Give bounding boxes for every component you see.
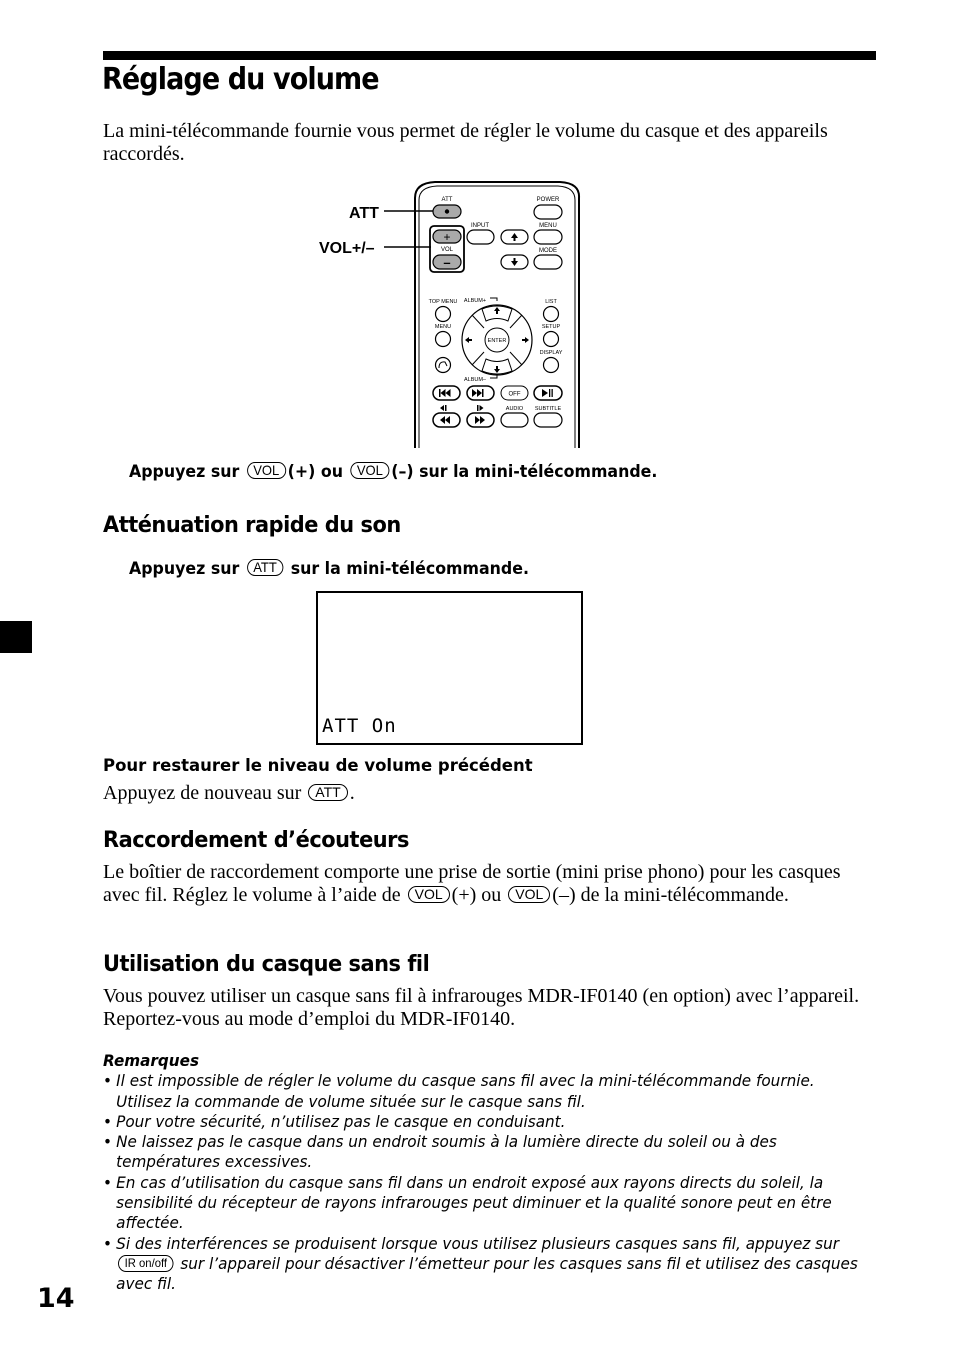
vol-callout-label: VOL+/– [319, 240, 375, 257]
notes-list: Il est impossible de régler le volume du… [103, 1071, 874, 1294]
album-plus-label: ALBUM+ [464, 298, 486, 304]
section-heading-headphones: Raccordement d’écouteurs [103, 828, 409, 853]
att-key: ATT [308, 784, 348, 801]
note-item: Pour votre sécurité, n’utilisez pas le c… [103, 1112, 874, 1133]
restore-heading: Pour restaurer le niveau de volume précé… [103, 756, 533, 776]
section-heading-att: Atténuation rapide du son [103, 513, 401, 538]
ir-on-off-key: IR on/off [118, 1254, 174, 1272]
step-forward-icon [477, 405, 484, 411]
input-button[interactable] [466, 229, 495, 245]
audio-button[interactable] [500, 412, 529, 428]
list-label: LIST [545, 299, 557, 305]
menu-top-label: MENU [539, 223, 557, 229]
power-label: POWER [537, 197, 560, 203]
top-rule [103, 51, 876, 60]
subtitle-label: SUBTITLE [535, 406, 562, 412]
page-number: 14 [37, 1283, 75, 1314]
subtitle-button[interactable] [533, 412, 563, 428]
minus-icon: – [443, 255, 450, 270]
note-item: Ne laissez pas le casque dans un endroit… [103, 1132, 874, 1173]
display-text: ATT On [322, 715, 397, 737]
vol-key: VOL [407, 885, 450, 903]
display-screen: ATT On [316, 591, 583, 745]
att-instruction: Appuyez sur ATT sur la mini-télécommande… [129, 559, 529, 579]
mode-label: MODE [539, 248, 557, 254]
menu-top-button[interactable] [533, 229, 563, 245]
note-item: Il est impossible de régler le volume du… [103, 1071, 874, 1112]
att-dot-icon [444, 209, 450, 214]
notes-heading: Remarques [103, 1051, 200, 1070]
page-title: Réglage du volume [102, 62, 380, 97]
menu-label: MENU [435, 324, 451, 330]
att-label: ATT [442, 197, 453, 203]
chapter-tab-marker [0, 621, 32, 653]
mode-button[interactable] [533, 254, 563, 270]
menu-button[interactable] [434, 330, 452, 348]
note-item: Si des interférences se produisent lorsq… [103, 1234, 874, 1295]
display-button[interactable] [542, 356, 560, 374]
plus-icon: + [443, 230, 450, 244]
audio-label: AUDIO [506, 406, 524, 412]
return-button[interactable] [434, 356, 452, 374]
step-back-icon [440, 405, 447, 411]
setup-label: SETUP [542, 324, 561, 330]
display-label: DISPLAY [540, 350, 563, 356]
setup-button[interactable] [542, 330, 560, 348]
vol-key: VOL [508, 885, 551, 903]
list-button[interactable] [542, 305, 560, 323]
vol-label: VOL [441, 247, 454, 253]
input-label: INPUT [471, 223, 489, 229]
remote-illustration: ATT VOL+/– ATT POWER + VOL – INPUT MENU … [319, 181, 581, 448]
att-key: ATT [246, 559, 284, 576]
vol-key: VOL [246, 462, 286, 479]
notes-block: Remarques Il est impossible de régler le… [103, 1051, 874, 1295]
headphones-paragraph: Le boîtier de raccordement comporte une … [103, 861, 841, 906]
vol-key: VOL [350, 462, 390, 479]
section-heading-wireless: Utilisation du casque sans fil [103, 952, 430, 977]
top-menu-label: TOP MENU [429, 299, 458, 305]
enter-label: ENTER [488, 338, 507, 344]
note-item: En cas d’utilisation du casque sans fil … [103, 1173, 874, 1234]
off-label: OFF [509, 392, 521, 398]
restore-instruction: Appuyez de nouveau sur ATT. [103, 782, 355, 804]
album-minus-label: ALBUM– [464, 377, 487, 383]
power-button[interactable] [533, 204, 563, 220]
top-menu-button[interactable] [434, 305, 452, 323]
att-callout-label: ATT [349, 205, 379, 222]
intro-paragraph: La mini-télécommande fournie vous permet… [103, 120, 828, 165]
wireless-paragraph: Vous pouvez utiliser un casque sans fil … [103, 985, 860, 1030]
vol-instruction: Appuyez sur VOL (+) ou VOL (–) sur la mini… [129, 462, 658, 482]
